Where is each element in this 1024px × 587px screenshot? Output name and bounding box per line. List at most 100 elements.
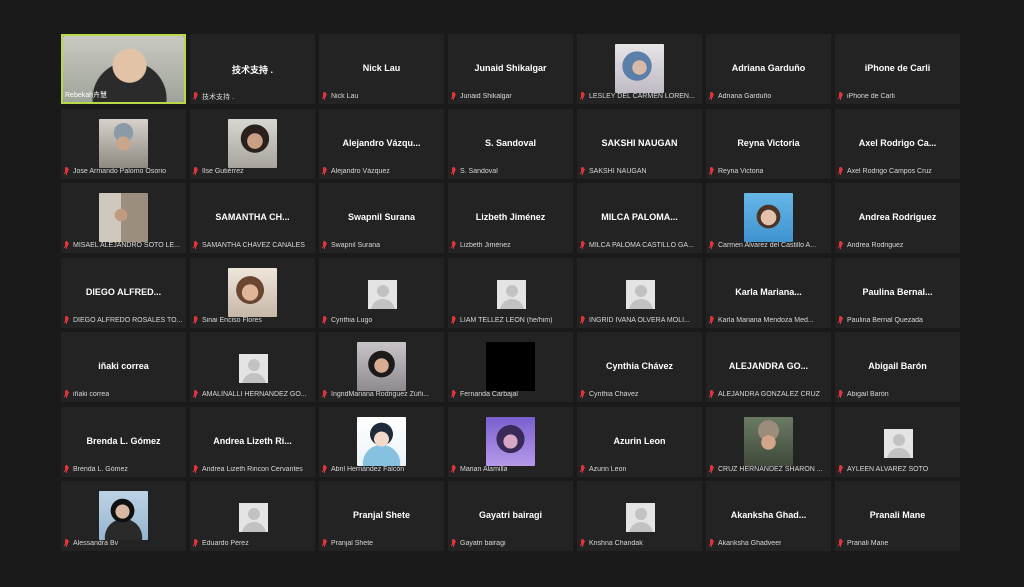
muted-mic-icon <box>192 166 200 176</box>
participant-tile[interactable]: Rebekah卉慧 <box>61 34 186 104</box>
participant-tile[interactable]: Adriana Garduño Adriana Garduño <box>706 34 831 104</box>
participant-tile[interactable]: Lizbeth Jiménez Lizbeth Jiménez <box>448 183 573 253</box>
participant-tile[interactable]: Junaid Shikalgar Junaid Shikalgar <box>448 34 573 104</box>
participant-tile[interactable]: Jose Armando Palomo Osorio <box>61 108 186 179</box>
participant-name-text: Lizbeth Jiménez <box>460 242 511 249</box>
participant-tile[interactable]: Fernanda Carbajal <box>448 332 573 402</box>
participant-name-text: INGRID IVANA OLVERA MOLI... <box>589 316 690 324</box>
muted-mic-icon <box>192 539 200 548</box>
participant-tile[interactable]: iñaki correa iñaki correa <box>61 332 186 402</box>
muted-mic-icon <box>708 539 716 548</box>
muted-mic-icon <box>63 539 71 548</box>
muted-mic-icon <box>708 166 716 176</box>
participant-tile[interactable]: Andrea Rodriguez Andrea Rodriguez <box>835 183 960 253</box>
participant-tile[interactable]: INGRID IVANA OLVERA MOLI... <box>577 257 702 328</box>
participant-tile[interactable]: Alessandra Bv <box>61 481 186 551</box>
muted-mic-icon <box>450 315 458 325</box>
muted-mic-icon <box>192 390 200 399</box>
muted-mic-icon <box>837 390 845 399</box>
participant-tile[interactable]: MILCA PALOMA... MILCA PALOMA CASTILLO GA.… <box>577 183 702 253</box>
participant-tile[interactable]: Abigail Barón Abigail Barón <box>835 332 960 402</box>
participant-tile[interactable]: Marian Alamilla <box>448 406 573 477</box>
participant-name-label: ALEJANDRA GONZALEZ CRUZ <box>708 389 829 400</box>
participant-tile[interactable]: DIEGO ALFRED... DIEGO ALFREDO ROSALES TO.… <box>61 257 186 328</box>
default-avatar-icon <box>884 428 913 458</box>
participant-tile[interactable]: 技术支持 . 技术支持 . <box>190 34 315 104</box>
participant-name-label: Akanksha Ghadveer <box>708 538 829 549</box>
muted-mic-icon <box>579 166 587 176</box>
participant-display-name: iñaki correa <box>98 361 149 371</box>
muted-mic-icon <box>192 315 200 325</box>
participant-name-label: Krishna Chandak <box>579 538 700 549</box>
participant-name-label: Nick Lau <box>321 91 442 102</box>
participant-display-name: Junaid Shikalgar <box>474 63 547 73</box>
participant-tile[interactable]: MISAEL ALEJANDRO SOTO LE... <box>61 183 186 253</box>
participant-tile[interactable]: Axel Rodrigo Ca... Axel Rodrigo Campos Cr… <box>835 108 960 179</box>
participant-tile[interactable]: SAMANTHA CH... SAMANTHA CHAVEZ CANALES <box>190 183 315 253</box>
participant-tile[interactable]: Gayatri bairagi Gayatri bairagi <box>448 481 573 551</box>
participant-name-label: Pranali Mane <box>837 538 958 549</box>
participant-tile[interactable]: Cynthia Chávez Cynthia Chávez <box>577 332 702 402</box>
participant-display-name: Akanksha Ghad... <box>730 510 807 520</box>
muted-mic-icon <box>579 315 587 325</box>
participant-tile[interactable]: Abril Hernández Falcón <box>319 406 444 477</box>
participant-name-text: Pranali Mane <box>847 540 889 547</box>
participant-tile[interactable]: Sinai Enciso Flores <box>190 257 315 328</box>
participant-name-label: LIAM TELLEZ LEON (he/him) <box>450 315 571 326</box>
participant-tile[interactable]: Ilse Gutiérrez <box>190 108 315 179</box>
participant-tile[interactable]: Andrea Lizeth Ri... Andrea Lizeth Rincon … <box>190 406 315 477</box>
muted-mic-icon <box>837 464 845 474</box>
participant-tile[interactable]: LESLEY DEL CARMEN LOREN... <box>577 34 702 104</box>
participant-name-label: CRUZ HERNANDEZ SHARON ... <box>708 464 829 475</box>
participant-tile[interactable]: AMALINALLI HERNANDEZ GO... <box>190 332 315 402</box>
participant-tile[interactable]: Cynthia Lugo <box>319 257 444 328</box>
participant-tile[interactable]: LIAM TELLEZ LEON (he/him) <box>448 257 573 328</box>
muted-mic-icon <box>321 241 329 250</box>
participant-tile[interactable]: Eduardo Pérez <box>190 481 315 551</box>
participant-name-label: Andrea Rodriguez <box>837 240 958 251</box>
default-avatar-icon <box>626 279 655 309</box>
muted-mic-icon <box>837 241 845 250</box>
participant-video-thumbnail <box>615 44 664 93</box>
participant-tile[interactable]: iPhone de Carli iPhone de Carli <box>835 34 960 104</box>
participant-name-text: ALEJANDRA GONZALEZ CRUZ <box>718 391 820 398</box>
participant-name-text: Ilse Gutiérrez <box>202 167 244 175</box>
participant-name-text: AMALINALLI HERNANDEZ GO... <box>202 391 307 398</box>
participant-name-label: Junaid Shikalgar <box>450 91 571 102</box>
participant-tile[interactable]: Swapnil Surana Swapnil Surana <box>319 183 444 253</box>
participant-name-label: DIEGO ALFREDO ROSALES TO... <box>63 315 184 326</box>
participant-name-label: Karla Mariana Mendoza Med... <box>708 315 829 326</box>
participant-tile[interactable]: Nick Lau Nick Lau <box>319 34 444 104</box>
muted-mic-icon <box>450 241 458 250</box>
participant-tile[interactable]: Karla Mariana... Karla Mariana Mendoza Me… <box>706 257 831 328</box>
muted-mic-icon <box>63 315 71 325</box>
participant-tile[interactable]: Carmen Alvarez del Castillo A... <box>706 183 831 253</box>
participant-tile[interactable]: Pranali Mane Pranali Mane <box>835 481 960 551</box>
participant-name-label: Abigail Barón <box>837 389 958 400</box>
participant-tile[interactable]: Alejandro Vázqu... Alejandro Vázquez <box>319 108 444 179</box>
participant-tile[interactable]: Azurin Leon Azurin Leon <box>577 406 702 477</box>
default-avatar-icon <box>368 279 397 309</box>
participant-tile[interactable]: Krishna Chandak <box>577 481 702 551</box>
participant-tile[interactable]: IngridMariana Rodriguez Zúñi... <box>319 332 444 402</box>
participant-tile[interactable]: SAKSHI NAUGAN SAKSHI NAUGAN <box>577 108 702 179</box>
participant-name-label: Axel Rodrigo Campos Cruz <box>837 166 958 177</box>
participant-name-text: Paulina Bernal Quezada <box>847 316 923 324</box>
participant-name-label: Reyna Victoria <box>708 166 829 177</box>
participant-tile[interactable]: Akanksha Ghad... Akanksha Ghadveer <box>706 481 831 551</box>
participant-name-text: Akanksha Ghadveer <box>718 540 782 547</box>
participant-tile[interactable]: ALEJANDRA GO... ALEJANDRA GONZALEZ CRUZ <box>706 332 831 402</box>
participant-tile[interactable]: AYLEEN ALVAREZ SOTO <box>835 406 960 477</box>
participant-display-name: Adriana Garduño <box>731 63 806 73</box>
participant-name-text: Cynthia Lugo <box>331 316 373 324</box>
participant-tile[interactable]: S. Sandoval S. Sandoval <box>448 108 573 179</box>
participant-tile[interactable]: Brenda L. Gómez Brenda L. Gómez <box>61 406 186 477</box>
participant-name-text: LESLEY DEL CARMEN LOREN... <box>589 93 695 100</box>
participant-tile[interactable]: Pranjal Shete Pranjal Shete <box>319 481 444 551</box>
participant-tile[interactable]: Reyna Victoria Reyna Victoria <box>706 108 831 179</box>
participant-name-text: MISAEL ALEJANDRO SOTO LE... <box>73 242 180 249</box>
participant-name-label: MILCA PALOMA CASTILLO GA... <box>579 240 700 251</box>
participant-tile[interactable]: CRUZ HERNANDEZ SHARON ... <box>706 406 831 477</box>
participant-display-name: Andrea Rodriguez <box>858 212 937 222</box>
participant-tile[interactable]: Paulina Bernal... Paulina Bernal Quezada <box>835 257 960 328</box>
